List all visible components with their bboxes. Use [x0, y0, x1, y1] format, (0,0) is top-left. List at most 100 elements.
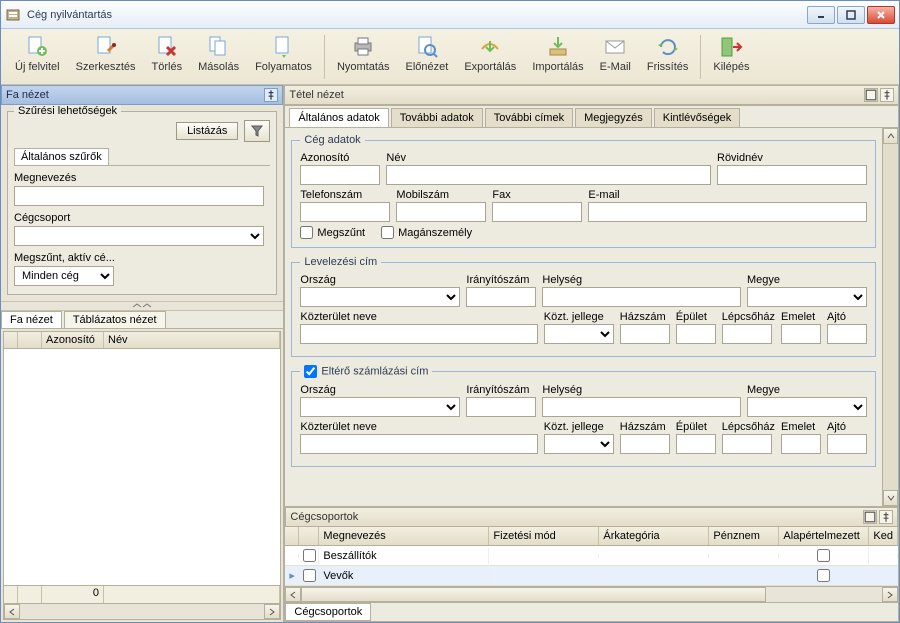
- subtable-hscroll[interactable]: [285, 586, 898, 602]
- maximize-button[interactable]: [837, 6, 865, 24]
- mail-city-input[interactable]: [542, 287, 741, 307]
- bill-city-input[interactable]: [542, 397, 741, 417]
- bill-county-select[interactable]: [747, 397, 867, 417]
- bill-building-input[interactable]: [676, 434, 716, 454]
- detail-maximize-button[interactable]: [864, 88, 878, 102]
- default-checkbox-vevok[interactable]: [817, 569, 830, 582]
- company-tree-grid[interactable]: Azonosító Név 0: [3, 331, 281, 620]
- bill-door-input[interactable]: [827, 434, 867, 454]
- app-window: Cég nyilvántartás Új felvitel Szerkeszté…: [0, 0, 900, 623]
- mail-building-input[interactable]: [676, 324, 716, 344]
- tab-receivables[interactable]: Kintlévőségek: [654, 108, 741, 127]
- import-button[interactable]: Importálás: [524, 33, 591, 75]
- detail-vscroll[interactable]: [882, 128, 898, 506]
- refresh-button[interactable]: Frissítés: [639, 33, 697, 75]
- scroll-down-icon[interactable]: [883, 490, 898, 506]
- pin-button[interactable]: [264, 88, 278, 102]
- phone-input[interactable]: [300, 202, 390, 222]
- terminated-checkbox[interactable]: Megszűnt: [300, 226, 365, 239]
- active-filter-label: Megszűnt, aktív cé...: [14, 252, 270, 264]
- horizontal-splitter[interactable]: [1, 301, 283, 311]
- row-checkbox-vevok[interactable]: [303, 569, 316, 582]
- scroll-left-icon[interactable]: [4, 604, 20, 619]
- col-azonosito[interactable]: Azonosító: [42, 332, 104, 348]
- document-add-icon: [25, 35, 49, 59]
- edit-button[interactable]: Szerkesztés: [68, 33, 144, 75]
- new-button[interactable]: Új felvitel: [7, 33, 68, 75]
- active-filter-select[interactable]: Minden cég: [14, 266, 114, 286]
- default-checkbox-beszallitok[interactable]: [817, 549, 830, 562]
- mail-staircase-input[interactable]: [722, 324, 772, 344]
- mobile-input[interactable]: [396, 202, 486, 222]
- table-row[interactable]: Beszállítók: [285, 546, 898, 566]
- close-button[interactable]: [867, 6, 895, 24]
- tab-general-data[interactable]: Általános adatok: [289, 108, 388, 127]
- different-billing-checkbox[interactable]: [304, 365, 317, 378]
- shortname-input[interactable]: [717, 165, 867, 185]
- col-nev[interactable]: Név: [104, 332, 280, 348]
- mail-country-select[interactable]: [300, 287, 460, 307]
- print-button[interactable]: Nyomtatás: [329, 33, 398, 75]
- email-input[interactable]: [588, 202, 867, 222]
- main-toolbar: Új felvitel Szerkesztés Törlés Másolás F…: [1, 29, 899, 85]
- scroll-right-icon[interactable]: [264, 604, 280, 619]
- name-input[interactable]: [386, 165, 711, 185]
- name-filter-label: Megnevezés: [14, 172, 270, 184]
- subpanel-pin-button[interactable]: [879, 510, 893, 524]
- tree-view-title: Fa nézet: [6, 89, 49, 101]
- exit-button[interactable]: Kilépés: [705, 33, 757, 75]
- general-filters-tab[interactable]: Általános szűrők: [14, 148, 109, 165]
- mail-floor-input[interactable]: [781, 324, 821, 344]
- row-checkbox-beszallitok[interactable]: [303, 549, 316, 562]
- mail-county-select[interactable]: [747, 287, 867, 307]
- scroll-left-icon[interactable]: [285, 587, 301, 602]
- table-view-tab[interactable]: Táblázatos nézet: [64, 311, 166, 328]
- export-button[interactable]: Exportálás: [456, 33, 524, 75]
- tree-view-tab[interactable]: Fa nézet: [1, 311, 62, 328]
- filters-legend: Szűrési lehetőségek: [14, 105, 121, 117]
- company-data-group: Cég adatok Azonosító Név Rövidnév Telefo…: [291, 134, 876, 248]
- bill-street-input[interactable]: [300, 434, 537, 454]
- scroll-right-icon[interactable]: [882, 587, 898, 602]
- mail-houseno-input[interactable]: [620, 324, 670, 344]
- mail-street-type-select[interactable]: [544, 324, 614, 344]
- mail-street-input[interactable]: [300, 324, 537, 344]
- id-input[interactable]: [300, 165, 380, 185]
- mail-door-input[interactable]: [827, 324, 867, 344]
- email-button[interactable]: E-Mail: [592, 33, 639, 75]
- detail-view-header: Tétel nézet: [284, 85, 899, 105]
- bill-floor-input[interactable]: [781, 434, 821, 454]
- private-person-checkbox[interactable]: Magánszemély: [381, 226, 472, 239]
- fax-input[interactable]: [492, 202, 582, 222]
- preview-button[interactable]: Előnézet: [398, 33, 457, 75]
- grid-hscroll[interactable]: [4, 603, 280, 619]
- company-group-filter-select[interactable]: [14, 226, 264, 246]
- tab-notes[interactable]: Megjegyzés: [575, 108, 652, 127]
- bill-houseno-input[interactable]: [620, 434, 670, 454]
- scroll-up-icon[interactable]: [883, 128, 898, 144]
- tab-more-addresses[interactable]: További címek: [485, 108, 573, 127]
- continuous-button[interactable]: Folyamatos: [247, 33, 320, 75]
- table-row[interactable]: ▸ Vevők: [285, 566, 898, 586]
- detail-pin-button[interactable]: [880, 88, 894, 102]
- bill-staircase-input[interactable]: [722, 434, 772, 454]
- filter-button[interactable]: [244, 120, 270, 142]
- subpanel-maximize-button[interactable]: [863, 510, 877, 524]
- minimize-button[interactable]: [807, 6, 835, 24]
- name-filter-input[interactable]: [14, 186, 264, 206]
- titlebar: Cég nyilvántartás: [1, 1, 899, 29]
- export-icon: [478, 35, 502, 59]
- mail-zip-input[interactable]: [466, 287, 536, 307]
- delete-button[interactable]: Törlés: [144, 33, 191, 75]
- bill-zip-input[interactable]: [466, 397, 536, 417]
- bill-country-select[interactable]: [300, 397, 460, 417]
- list-button[interactable]: Listázás: [176, 122, 238, 140]
- bottom-tab-cegcsoportok[interactable]: Cégcsoportok: [285, 603, 371, 621]
- bill-street-type-select[interactable]: [544, 434, 614, 454]
- envelope-icon: [603, 35, 627, 59]
- left-pane: Fa nézet Szűrési lehetőségek Listázás Ál…: [1, 85, 284, 622]
- copy-button[interactable]: Másolás: [190, 33, 247, 75]
- tab-more-data[interactable]: További adatok: [391, 108, 483, 127]
- company-groups-table[interactable]: Megnevezés Fizetési mód Árkategória Pénz…: [285, 527, 898, 602]
- tree-view-header: Fa nézet: [1, 85, 283, 105]
